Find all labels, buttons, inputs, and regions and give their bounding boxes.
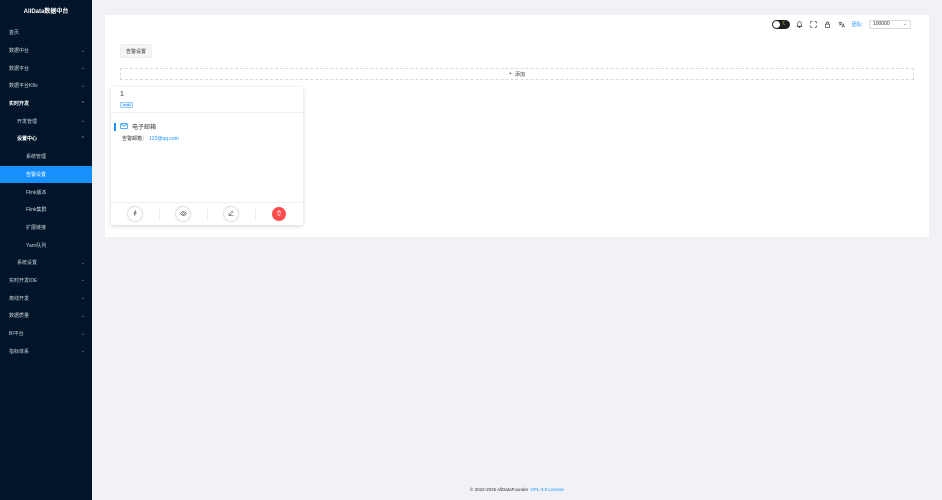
view-button[interactable] bbox=[176, 207, 190, 221]
chevron-down-icon: ⌄ bbox=[80, 118, 85, 125]
sidebar-item-label: Flink版本 bbox=[26, 189, 47, 196]
sidebar-item[interactable]: 指标体系 ⌄ bbox=[0, 342, 92, 360]
sidebar-item-label: 开发管理 bbox=[17, 118, 38, 125]
edit-button[interactable] bbox=[224, 207, 238, 221]
sidebar-item-label: 数据平台 bbox=[9, 65, 30, 72]
sidebar-item[interactable]: 首页 bbox=[0, 24, 92, 42]
sidebar-item[interactable]: 实时开发 ⌃ bbox=[0, 95, 92, 113]
action-slot-edit bbox=[207, 203, 255, 225]
action-slot-test bbox=[111, 203, 159, 225]
sidebar-menu: 首页数据中台 ⌄ 数据平台 ⌄ 数据平台K8s ⌄ 实时开发 ⌃ 开发管理 ⌄ 设置中心 ⌃ 系统管理告… bbox=[0, 24, 92, 360]
theme-toggle[interactable]: ☾ bbox=[771, 19, 790, 29]
sidebar-item-label: 数据平台K8s bbox=[9, 83, 38, 90]
chevron-down-icon: ⌄ bbox=[80, 348, 85, 355]
sidebar-item-label: 数据质量 bbox=[9, 313, 30, 320]
moon-icon: ☾ bbox=[782, 20, 788, 27]
license-link[interactable]: GPL-3.0 License bbox=[530, 487, 564, 492]
sidebar-item[interactable]: 系统设置 ⌄ bbox=[0, 254, 92, 272]
sidebar-item-label: 系统管理 bbox=[26, 154, 47, 161]
header-tools: ☾ 团队: 100000 ⌄ bbox=[771, 19, 911, 29]
sidebar-item-label: 扩展链接 bbox=[26, 224, 47, 231]
mail-icon bbox=[120, 122, 128, 131]
card-divider bbox=[111, 112, 303, 113]
type-tag: mail bbox=[120, 102, 134, 108]
sidebar-item-label: Yarn队列 bbox=[26, 242, 47, 249]
sidebar-item-label: 告警设置 bbox=[26, 171, 47, 178]
translate-icon[interactable] bbox=[838, 20, 846, 28]
chevron-down-icon: ⌄ bbox=[80, 330, 85, 337]
sidebar-item-label: 实时开发 bbox=[9, 101, 30, 108]
chevron-down-icon: ⌄ bbox=[80, 259, 85, 266]
lightning-icon bbox=[132, 210, 138, 218]
lock-icon[interactable] bbox=[824, 20, 832, 28]
sidebar-item[interactable]: BI平台 ⌄ bbox=[0, 325, 92, 343]
chevron-down-icon: ⌄ bbox=[80, 47, 85, 54]
sidebar-item[interactable]: Flink版本 bbox=[0, 183, 92, 201]
toggle-knob bbox=[772, 20, 780, 28]
chevron-down-icon: ⌄ bbox=[902, 21, 907, 27]
pencil-icon bbox=[228, 210, 234, 218]
sidebar-item-label: 设置中心 bbox=[17, 136, 38, 143]
channel-name: 电子邮箱 bbox=[132, 125, 157, 131]
card-title: 1 bbox=[120, 91, 124, 98]
sidebar-item[interactable]: 扩展链接 bbox=[0, 219, 92, 237]
sidebar-item-label: 首页 bbox=[9, 30, 20, 37]
chevron-down-icon: ⌄ bbox=[80, 312, 85, 319]
alarm-email-value: 123@qq.com bbox=[149, 136, 179, 142]
bell-icon[interactable] bbox=[796, 20, 804, 28]
footer: © 2022-2025 AllDataFounder GPL-3.0 Licen… bbox=[92, 478, 942, 500]
eye-icon bbox=[179, 210, 187, 218]
action-slot-view bbox=[159, 203, 207, 225]
plus-icon: + bbox=[509, 71, 512, 77]
app-logo: AllData数据中台 bbox=[23, 9, 69, 15]
chevron-down-icon: ⌄ bbox=[80, 295, 85, 302]
delete-button[interactable] bbox=[272, 207, 286, 221]
sidebar-item[interactable]: 开发管理 ⌄ bbox=[0, 112, 92, 130]
alarm-card: 1 mail 电子邮箱 告警邮箱： 123@qq.com bbox=[111, 87, 303, 225]
sidebar-item-label: 指标体系 bbox=[9, 348, 30, 355]
chevron-down-icon: ⌄ bbox=[80, 82, 85, 89]
sidebar-item-label: 数据中台 bbox=[9, 48, 30, 55]
channel-accent-bar bbox=[114, 122, 116, 131]
sidebar-item[interactable]: 数据平台 ⌄ bbox=[0, 59, 92, 77]
sidebar-item[interactable]: 告警设置 bbox=[0, 165, 92, 184]
trash-icon bbox=[276, 210, 282, 218]
fullscreen-icon[interactable] bbox=[810, 20, 818, 28]
top-header: ☾ 团队: 100000 ⌄ bbox=[105, 15, 929, 36]
sidebar: AllData数据中台 首页数据中台 ⌄ 数据平台 ⌄ 数据平台K8s ⌄ 实时开发 ⌃ 开发管… bbox=[0, 0, 92, 500]
sidebar-item-label: 实时开发IDE bbox=[9, 277, 38, 284]
chevron-up-icon: ⌃ bbox=[80, 100, 85, 107]
sidebar-item[interactable]: 实时开发IDE ⌄ bbox=[0, 272, 92, 290]
tab-alarm-settings[interactable]: 告警设置 bbox=[120, 44, 153, 58]
alarm-email-field: 告警邮箱： 123@qq.com bbox=[122, 135, 179, 142]
test-button[interactable] bbox=[128, 207, 142, 221]
card-actions bbox=[111, 202, 303, 225]
sidebar-item-label: BI平台 bbox=[9, 331, 24, 338]
chevron-down-icon: ⌄ bbox=[80, 65, 85, 72]
chevron-down-icon: ⌄ bbox=[80, 277, 85, 284]
chevron-up-icon: ⌃ bbox=[80, 135, 85, 142]
add-button[interactable]: + 添加 bbox=[120, 68, 914, 80]
sidebar-item[interactable]: Yarn队列 bbox=[0, 236, 92, 254]
channel-row: 电子邮箱 bbox=[114, 122, 156, 131]
copyright-text: © 2022-2025 AllDataFounder bbox=[470, 486, 529, 492]
add-button-label: 添加 bbox=[514, 71, 525, 78]
alarm-email-key: 告警邮箱： bbox=[122, 136, 148, 142]
sidebar-item-label: Flink集群 bbox=[26, 207, 47, 214]
tenant-select[interactable]: 100000 ⌄ bbox=[869, 19, 911, 29]
sidebar-item[interactable]: 离线开发 ⌄ bbox=[0, 289, 92, 307]
action-slot-delete bbox=[255, 203, 303, 225]
sidebar-item[interactable]: 系统管理 bbox=[0, 148, 92, 166]
sidebar-item-label: 系统设置 bbox=[17, 260, 38, 267]
tenant-label: 团队: bbox=[851, 21, 863, 28]
sidebar-item[interactable]: Flink集群 bbox=[0, 201, 92, 219]
sidebar-item[interactable]: 数据平台K8s ⌄ bbox=[0, 77, 92, 95]
tenant-select-value: 100000 bbox=[873, 21, 890, 27]
sidebar-item[interactable]: 数据质量 ⌄ bbox=[0, 307, 92, 325]
sidebar-item[interactable]: 数据中台 ⌄ bbox=[0, 42, 92, 60]
sidebar-item-label: 离线开发 bbox=[9, 295, 30, 302]
sidebar-item[interactable]: 设置中心 ⌃ bbox=[0, 130, 92, 148]
